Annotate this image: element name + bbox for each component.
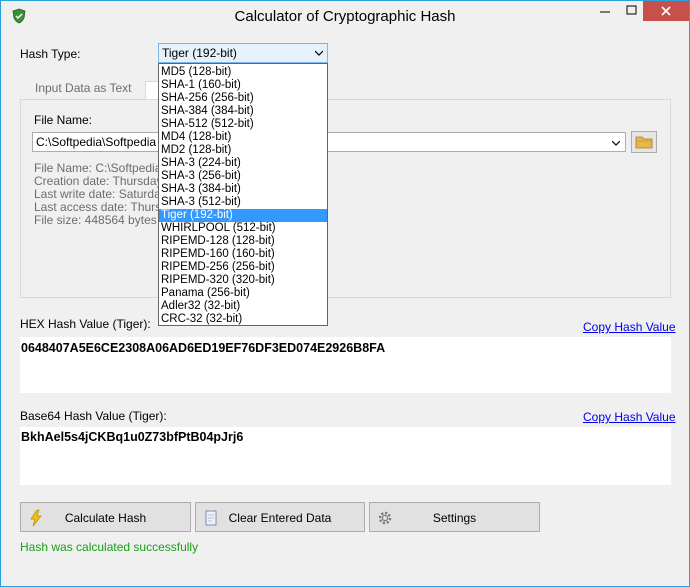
hash-type-label: Hash Type:	[20, 47, 81, 61]
file-path-value: C:\Softpedia\Softpedia T	[36, 135, 167, 149]
minimize-icon	[600, 11, 610, 13]
dropdown-options: MD5 (128-bit) SHA-1 (160-bit) SHA-256 (256…	[159, 66, 327, 326]
calculate-hash-label: Calculate Hash	[64, 511, 147, 525]
hash-type-select[interactable]: Tiger (192-bit)	[158, 43, 328, 63]
file-info-written: Last write date: Saturday,	[34, 187, 170, 201]
dropdown-option[interactable]: MD2 (128-bit)	[159, 144, 327, 157]
clear-data-button[interactable]: Clear Entered Data	[195, 502, 365, 532]
maximize-icon	[626, 5, 637, 15]
file-info-created: Creation date: Thursday, C	[34, 174, 177, 188]
dropdown-option[interactable]: SHA-256 (256-bit)	[159, 92, 327, 105]
file-path-combo[interactable]: C:\Softpedia\Softpedia T	[32, 132, 626, 152]
window-title: Calculator of Cryptographic Hash	[234, 8, 456, 25]
hex-hash-box[interactable]: 0648407A5E6CE2308A06AD6ED19EF76DF3ED074E…	[20, 337, 671, 393]
settings-label: Settings	[432, 511, 477, 525]
hash-type-dropdown-list[interactable]: MD5 (128-bit) SHA-1 (160-bit) SHA-256 (256…	[158, 63, 328, 326]
dropdown-option[interactable]: CRC-32 (32-bit)	[159, 313, 327, 326]
close-icon	[661, 6, 671, 16]
settings-button[interactable]: Settings	[369, 502, 540, 532]
dropdown-option[interactable]: MD5 (128-bit)	[159, 66, 327, 79]
title-bar: Calculator of Cryptographic Hash	[1, 1, 689, 31]
copy-base64-link[interactable]: Copy Hash Value	[583, 410, 676, 424]
browse-folder-button[interactable]	[631, 131, 657, 153]
file-name-label: File Name:	[34, 113, 93, 127]
maximize-button[interactable]	[618, 1, 646, 21]
folder-icon	[635, 136, 653, 149]
file-info-size: File size: 448564 bytes	[34, 213, 157, 227]
dropdown-option[interactable]: Panama (256-bit)	[159, 287, 327, 300]
dropdown-option[interactable]: SHA-512 (512-bit)	[159, 118, 327, 131]
dropdown-option[interactable]: WHIRLPOOL (512-bit)	[159, 222, 327, 235]
dropdown-option[interactable]: SHA-3 (224-bit)	[159, 157, 327, 170]
minimize-button[interactable]	[591, 1, 619, 21]
close-button[interactable]	[643, 1, 689, 21]
copy-hex-link[interactable]: Copy Hash Value	[583, 320, 676, 334]
status-message: Hash was calculated successfully	[20, 540, 199, 554]
base64-hash-value: BkhAel5s4jCKBq1u0Z73bfPtB04pJrj6	[21, 430, 244, 444]
app-window: Calculator of Cryptographic Hash Hash Ty…	[0, 0, 690, 587]
dropdown-option[interactable]: Tiger (192-bit)	[159, 209, 327, 222]
dropdown-option[interactable]: SHA-3 (512-bit)	[159, 196, 327, 209]
dropdown-option[interactable]: RIPEMD-160 (160-bit)	[159, 248, 327, 261]
dropdown-option[interactable]: SHA-3 (256-bit)	[159, 170, 327, 183]
clear-data-label: Clear Entered Data	[228, 511, 332, 525]
file-info-accessed: Last access date: Thursde	[34, 200, 175, 214]
dropdown-option[interactable]: Adler32 (32-bit)	[159, 300, 327, 313]
hash-type-selected: Tiger (192-bit)	[162, 46, 237, 60]
dropdown-option[interactable]: RIPEMD-128 (128-bit)	[159, 235, 327, 248]
calculate-hash-button[interactable]: Calculate Hash	[20, 502, 191, 532]
dropdown-option[interactable]: SHA-3 (384-bit)	[159, 183, 327, 196]
dropdown-option[interactable]: SHA-384 (384-bit)	[159, 105, 327, 118]
dropdown-option[interactable]: RIPEMD-256 (256-bit)	[159, 261, 327, 274]
dropdown-option[interactable]: MD4 (128-bit)	[159, 131, 327, 144]
chevron-down-icon	[315, 50, 323, 56]
dropdown-option[interactable]: SHA-1 (160-bit)	[159, 79, 327, 92]
file-info-name: File Name: C:\Softpedia\S	[34, 161, 173, 175]
hex-hash-value: 0648407A5E6CE2308A06AD6ED19EF76DF3ED074E…	[21, 341, 386, 355]
hex-hash-label: HEX Hash Value (Tiger):	[20, 317, 151, 331]
base64-hash-box[interactable]: BkhAel5s4jCKBq1u0Z73bfPtB04pJrj6	[20, 427, 671, 485]
tab-input-text[interactable]: Input Data as Text	[35, 81, 132, 101]
dropdown-option[interactable]: RIPEMD-320 (320-bit)	[159, 274, 327, 287]
base64-hash-label: Base64 Hash Value (Tiger):	[20, 409, 167, 423]
chevron-down-icon	[612, 140, 620, 146]
